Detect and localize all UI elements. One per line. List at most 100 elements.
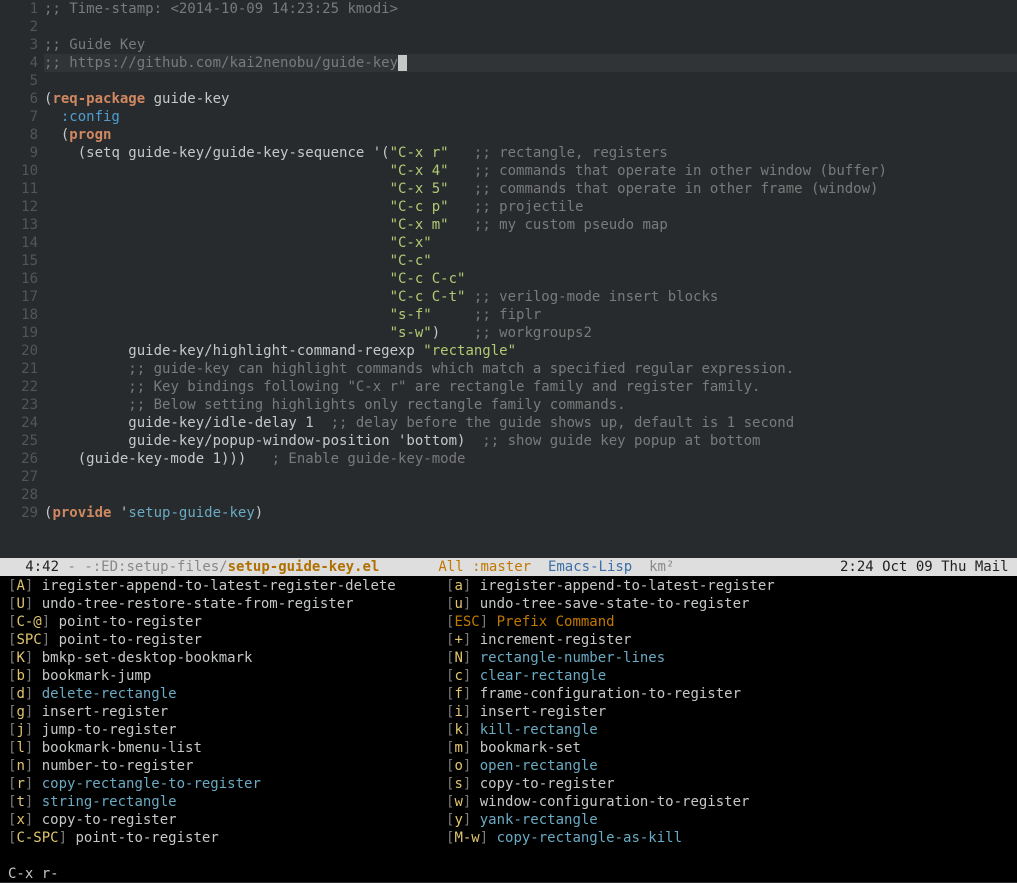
line-number-gutter: 1234567891011121314151617181920212223242…	[0, 0, 44, 558]
code-line[interactable]: ;; Key bindings following "C-x r" are re…	[44, 378, 1017, 396]
code-line[interactable]	[44, 468, 1017, 486]
guide-key-key: j	[16, 722, 24, 738]
guide-key-entry: [N] rectangle-number-lines	[446, 649, 876, 667]
editor-pane[interactable]: 1234567891011121314151617181920212223242…	[0, 0, 1017, 558]
guide-key-key: t	[16, 794, 24, 810]
code-line[interactable]: (req-package guide-key	[44, 90, 1017, 108]
code-line[interactable]: "C-x 5" ;; commands that operate in othe…	[44, 180, 1017, 198]
guide-key-entry: [s] copy-to-register	[446, 775, 876, 793]
guide-key-entry: [C-SPC] point-to-register	[8, 829, 438, 847]
guide-key-entry: [o] open-rectangle	[446, 757, 876, 775]
guide-key-key: a	[454, 578, 462, 594]
guide-key-key: K	[16, 650, 24, 666]
code-line[interactable]: "C-c p" ;; projectile	[44, 198, 1017, 216]
code-line[interactable]: guide-key/highlight-command-regexp "rect…	[44, 342, 1017, 360]
code-line[interactable]: guide-key/idle-delay 1 ;; delay before t…	[44, 414, 1017, 432]
code-line[interactable]	[44, 18, 1017, 36]
line-number: 11	[0, 180, 38, 198]
guide-key-command: yank-rectangle	[480, 812, 598, 828]
guide-key-key: d	[16, 686, 24, 702]
guide-key-key: s	[454, 776, 462, 792]
guide-key-entry: [ESC] Prefix Command	[446, 613, 876, 631]
line-number: 17	[0, 288, 38, 306]
line-number: 13	[0, 216, 38, 234]
guide-key-entry: [i] insert-register	[446, 703, 876, 721]
guide-key-key: i	[454, 704, 462, 720]
guide-key-command: undo-tree-save-state-to-register	[480, 596, 750, 612]
code-area[interactable]: ;; Time-stamp: <2014-10-09 14:23:25 kmod…	[44, 0, 1017, 558]
mode-line: 4:42 - -:ED: setup-files/ setup-guide-ke…	[0, 558, 1017, 576]
code-line[interactable]	[44, 72, 1017, 90]
guide-key-key: +	[454, 632, 462, 648]
guide-key-command: Prefix Command	[497, 614, 615, 630]
guide-key-entry: [a] iregister-append-to-latest-register	[446, 577, 876, 595]
line-number: 10	[0, 162, 38, 180]
code-line[interactable]: "C-c C-t" ;; verilog-mode insert blocks	[44, 288, 1017, 306]
guide-key-command: number-to-register	[42, 758, 194, 774]
guide-key-command: window-configuration-to-register	[480, 794, 750, 810]
guide-key-command: point-to-register	[59, 614, 202, 630]
guide-key-entry: [c] clear-rectangle	[446, 667, 876, 685]
guide-key-entry: [b] bookmark-jump	[8, 667, 438, 685]
code-line[interactable]: (progn	[44, 126, 1017, 144]
guide-key-command: bookmark-bmenu-list	[42, 740, 202, 756]
guide-key-entry: [y] yank-rectangle	[446, 811, 876, 829]
code-line[interactable]	[44, 486, 1017, 504]
guide-key-command: jump-to-register	[42, 722, 177, 738]
code-line[interactable]: (provide 'setup-guide-key)	[44, 504, 1017, 522]
line-number: 6	[0, 90, 38, 108]
guide-key-entry: [A] iregister-append-to-latest-register-…	[8, 577, 438, 595]
guide-key-entry: [u] undo-tree-save-state-to-register	[446, 595, 876, 613]
line-number: 20	[0, 342, 38, 360]
code-line[interactable]: "C-x m" ;; my custom pseudo map	[44, 216, 1017, 234]
guide-key-key: U	[16, 596, 24, 612]
code-line[interactable]: :config	[44, 108, 1017, 126]
guide-key-key: k	[454, 722, 462, 738]
guide-key-key: n	[16, 758, 24, 774]
guide-key-entry: [r] copy-rectangle-to-register	[8, 775, 438, 793]
file-path: setup-files/	[126, 558, 227, 576]
guide-key-key: u	[454, 596, 462, 612]
code-line[interactable]: guide-key/popup-window-position 'bottom)…	[44, 432, 1017, 450]
guide-key-entry: [f] frame-configuration-to-register	[446, 685, 876, 703]
line-number: 18	[0, 306, 38, 324]
vc-status: All :master	[438, 558, 531, 576]
guide-key-command: copy-to-register	[42, 812, 177, 828]
code-line[interactable]: (guide-key-mode 1))) ; Enable guide-key-…	[44, 450, 1017, 468]
guide-key-key: o	[454, 758, 462, 774]
guide-key-entry: [k] kill-rectangle	[446, 721, 876, 739]
guide-key-key: r	[16, 776, 24, 792]
guide-key-key: f	[454, 686, 462, 702]
guide-key-key: b	[16, 668, 24, 684]
code-line[interactable]: "C-c"	[44, 252, 1017, 270]
guide-key-entry: [g] insert-register	[8, 703, 438, 721]
code-line[interactable]: "C-c C-c"	[44, 270, 1017, 288]
guide-key-command: insert-register	[480, 704, 606, 720]
line-number: 24	[0, 414, 38, 432]
guide-key-command: iregister-append-to-latest-register-dele…	[42, 578, 396, 594]
line-number: 22	[0, 378, 38, 396]
guide-key-command: copy-rectangle-to-register	[42, 776, 261, 792]
guide-key-key: A	[16, 578, 24, 594]
guide-column-left: [A] iregister-append-to-latest-register-…	[0, 577, 438, 847]
code-line[interactable]: "C-x 4" ;; commands that operate in othe…	[44, 162, 1017, 180]
code-line[interactable]: ;; Guide Key	[44, 36, 1017, 54]
line-number: 27	[0, 468, 38, 486]
code-line[interactable]: ;; guide-key can highlight commands whic…	[44, 360, 1017, 378]
guide-key-command: insert-register	[42, 704, 168, 720]
code-line[interactable]: ;; Time-stamp: <2014-10-09 14:23:25 kmod…	[44, 0, 1017, 18]
code-line[interactable]: "s-w") ;; workgroups2	[44, 324, 1017, 342]
line-number: 5	[0, 72, 38, 90]
text-cursor	[398, 55, 407, 71]
code-line[interactable]: (setq guide-key/guide-key-sequence '("C-…	[44, 144, 1017, 162]
code-line[interactable]: ;; Below setting highlights only rectang…	[44, 396, 1017, 414]
guide-key-command: bookmark-set	[480, 740, 581, 756]
buffer-flags: -:ED:	[84, 558, 126, 576]
code-line[interactable]: ;; https://github.com/kai2nenobu/guide-k…	[44, 54, 1017, 72]
code-line[interactable]: "s-f" ;; fiplr	[44, 306, 1017, 324]
guide-key-entry: [w] window-configuration-to-register	[446, 793, 876, 811]
line-number: 23	[0, 396, 38, 414]
code-line[interactable]: "C-x"	[44, 234, 1017, 252]
guide-key-entry: [K] bmkp-set-desktop-bookmark	[8, 649, 438, 667]
guide-key-key: y	[454, 812, 462, 828]
